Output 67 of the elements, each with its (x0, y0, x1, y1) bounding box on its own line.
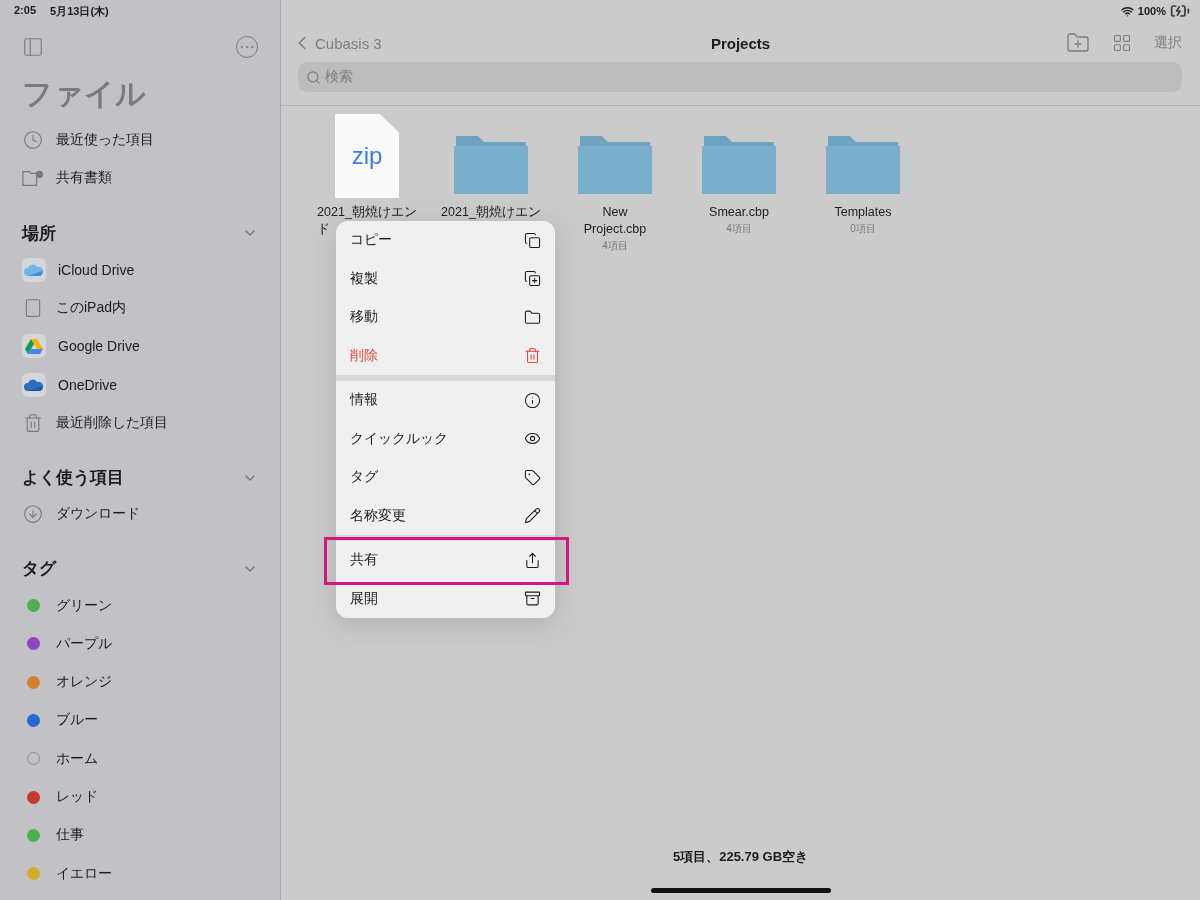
sidebar-item[interactable]: 最近使った項目 (22, 121, 258, 160)
sidebar-item[interactable]: 共有書類 (22, 159, 258, 198)
sidebar-item[interactable]: OneDrive (22, 365, 258, 404)
status-time: 2:05 (14, 4, 37, 18)
menu-item[interactable]: クイックルック (336, 419, 555, 458)
sidebar-title: ファイル (22, 76, 147, 112)
menu-item[interactable]: 移動 (336, 298, 555, 337)
sidebar-item[interactable]: ブルー (22, 701, 258, 740)
folder-icon (454, 134, 528, 194)
clock-icon (23, 130, 43, 151)
folder-icon (702, 134, 776, 194)
pencil-icon (524, 507, 541, 525)
trash-icon (23, 412, 43, 433)
folder-icon (578, 134, 652, 194)
folder-title: Projects (710, 34, 771, 52)
share-icon (524, 551, 541, 569)
info-icon (524, 391, 541, 409)
status-date: 5月13日(木) (50, 4, 109, 19)
sidebar-item[interactable]: 仕事 (22, 816, 258, 855)
sidebar-item[interactable]: このiPad内 (22, 288, 258, 328)
folder-icon (826, 134, 900, 194)
menu-item[interactable]: 削除 (336, 336, 555, 375)
section-title: 場所 (22, 222, 56, 245)
file-name: 2021_朝焼けエン (441, 204, 541, 221)
menu-item[interactable]: 展開 (336, 579, 555, 618)
cloud-icon (22, 257, 46, 282)
grid-view-icon[interactable] (1112, 33, 1132, 53)
archive-icon (524, 590, 541, 608)
file-name: Templates (834, 204, 892, 221)
section-title: よく使う項目 (22, 467, 124, 490)
folder-icon (524, 308, 541, 326)
search-icon (306, 69, 321, 85)
battery-percent: 100% (1137, 5, 1166, 17)
item-count: 4項目 (602, 239, 628, 253)
sidebar-item[interactable]: 最近削除した項目 (22, 403, 258, 443)
sidebar-item[interactable]: Google Drive (22, 327, 258, 366)
sidebar-toggle-icon[interactable] (22, 36, 44, 58)
new-folder-icon[interactable] (1066, 31, 1090, 55)
sidebar-item[interactable]: グリーン (22, 586, 258, 625)
copy-icon (524, 231, 541, 249)
sidebar-item[interactable]: ダウンロード (22, 495, 258, 534)
file-name: Smear.cbp (709, 204, 769, 221)
trash-icon (524, 347, 541, 365)
menu-item[interactable]: 共有 (336, 541, 555, 580)
menu-item[interactable]: 複製 (336, 259, 555, 298)
item-count: 4項目 (726, 222, 752, 236)
cloud-icon (22, 372, 46, 397)
tag-icon (524, 468, 541, 486)
sidebar-item[interactable]: レッド (22, 777, 258, 817)
duplicate-icon (524, 270, 541, 288)
sidebar-item[interactable]: ホーム (22, 739, 258, 778)
section-title: タグ (22, 558, 56, 581)
zip-file-icon[interactable]: zip (335, 114, 399, 198)
download-icon (23, 504, 43, 525)
storage-summary: 5項目、225.79 GB空き (672, 849, 809, 864)
sidebar-item[interactable]: パープル (22, 624, 258, 663)
file-name: New Project.cbp (583, 204, 647, 238)
sidebar-item[interactable]: iCloud Drive (22, 250, 258, 289)
wifi-icon (1120, 4, 1134, 18)
item-count: 0項目 (850, 222, 876, 236)
menu-item[interactable]: タグ (336, 458, 555, 497)
menu-item[interactable]: 情報 (336, 381, 555, 420)
menu-item[interactable]: 名称変更 (336, 496, 555, 535)
shared-folder-icon (22, 168, 44, 189)
tablet-icon (23, 298, 43, 319)
sidebar-item[interactable]: オレンジ (22, 662, 258, 702)
sidebar-item[interactable]: イエロー (22, 854, 258, 893)
